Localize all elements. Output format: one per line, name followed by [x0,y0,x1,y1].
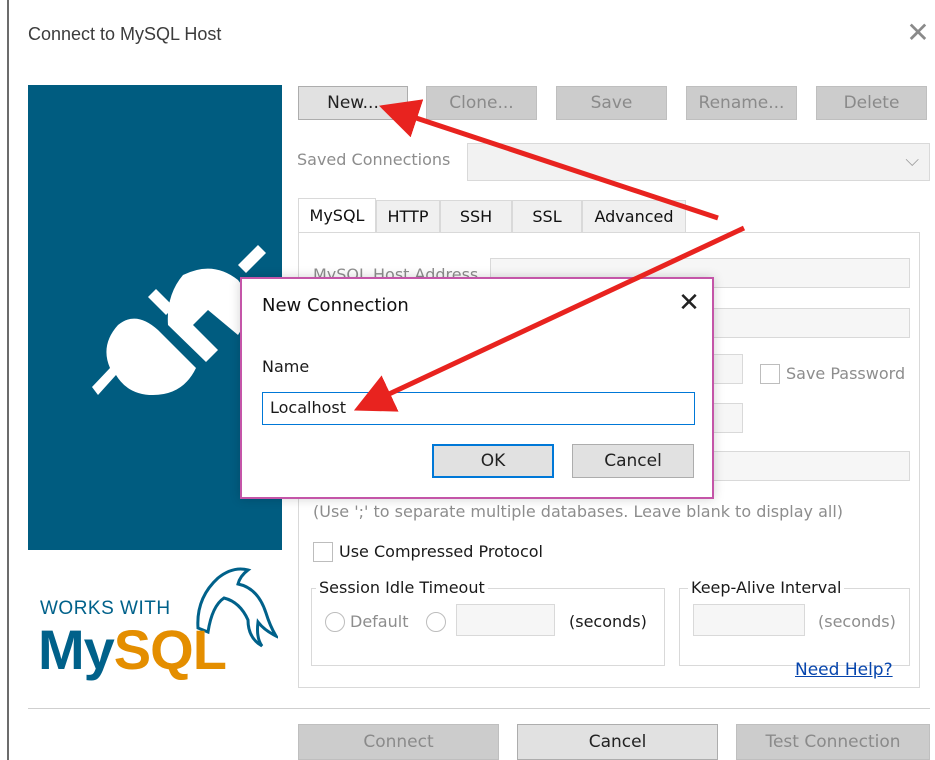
default-radio[interactable] [325,612,345,632]
custom-timeout-radio[interactable] [426,612,446,632]
keepalive-seconds-label: (seconds) [818,612,896,631]
delete-button[interactable]: Delete [816,86,927,120]
save-password-label: Save Password [786,364,906,383]
saved-connections-select[interactable]: ⌵ [467,143,930,181]
mysql-sql: SQL [113,618,227,681]
footer-divider [28,708,930,709]
tab-ssl[interactable]: SSL [512,200,582,232]
mysql-wordmark: MySQL [38,622,227,678]
window-edge [7,0,9,760]
session-idle-title: Session Idle Timeout [316,578,488,597]
mysql-logo: WORKS WITH MySQL [28,550,282,688]
rename-button[interactable]: Rename... [686,86,797,120]
timeout-seconds-label: (seconds) [569,612,647,631]
connect-button[interactable]: Connect [298,724,499,760]
window-close-icon[interactable]: ✕ [906,18,930,48]
tab-mysql[interactable]: MySQL [298,198,376,232]
saved-connections-label: Saved Connections [297,150,451,169]
save-password-checkbox[interactable] [760,364,780,384]
cancel-button[interactable]: Cancel [517,724,718,760]
save-button[interactable]: Save [556,86,667,120]
databases-hint: (Use ';' to separate multiple databases.… [313,502,844,521]
compressed-protocol-checkbox[interactable] [313,542,333,562]
new-button[interactable]: New... [298,86,408,120]
keepalive-title: Keep-Alive Interval [688,578,845,597]
works-with-text: WORKS WITH [40,598,171,619]
new-connection-dialog: New Connection ✕ Name Localhost OK Cance… [240,277,714,499]
timeout-input[interactable] [456,604,555,636]
keepalive-input[interactable] [693,604,805,636]
dialog-name-label: Name [262,357,310,376]
window-title: Connect to MySQL Host [28,24,222,44]
default-radio-label: Default [350,612,409,631]
clone-button[interactable]: Clone... [426,86,537,120]
test-connection-button[interactable]: Test Connection [736,724,930,760]
dialog-title: New Connection [262,295,409,316]
mysql-my: My [38,618,115,681]
tab-advanced[interactable]: Advanced [582,200,686,232]
dialog-close-icon[interactable]: ✕ [674,287,704,317]
tab-http[interactable]: HTTP [376,200,440,232]
dialog-ok-button[interactable]: OK [432,444,554,478]
chevron-down-icon: ⌵ [905,150,919,170]
dialog-name-input[interactable]: Localhost [262,392,695,425]
need-help-link[interactable]: Need Help? [795,660,893,680]
dialog-cancel-button[interactable]: Cancel [572,444,694,478]
tab-ssh[interactable]: SSH [440,200,512,232]
compressed-protocol-label: Use Compressed Protocol [339,542,543,561]
